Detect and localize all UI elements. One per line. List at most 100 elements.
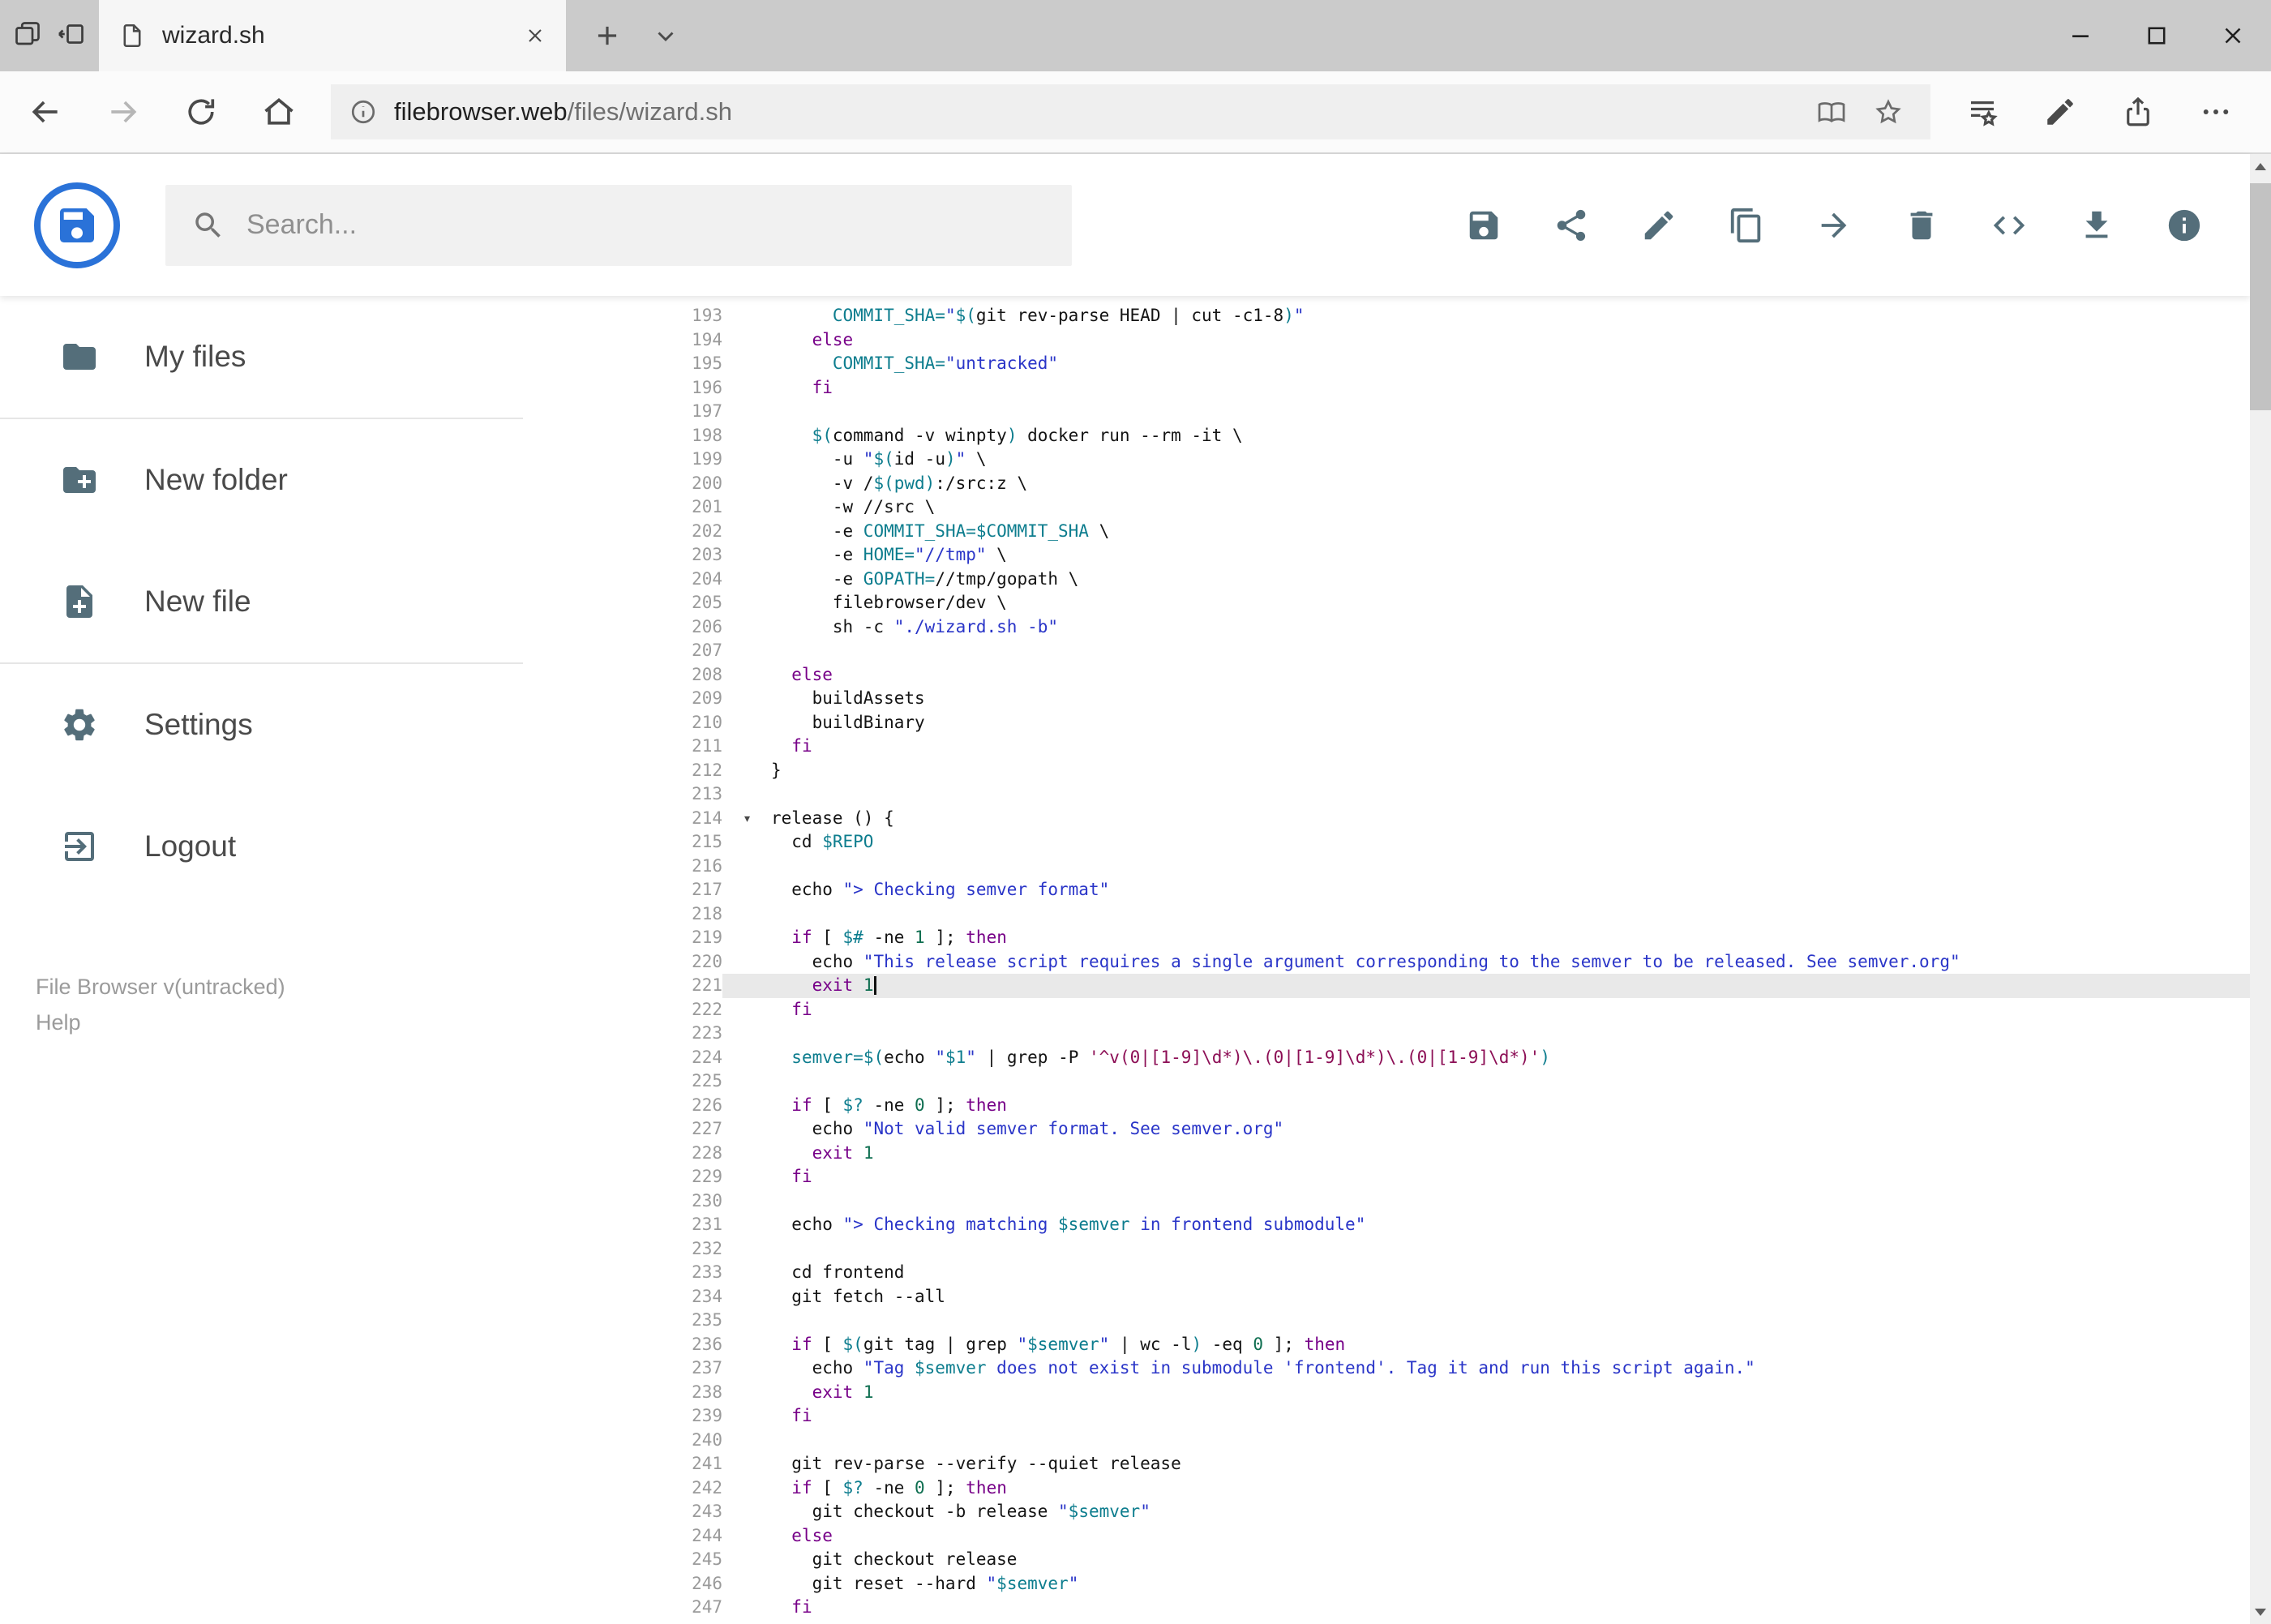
back-button[interactable]: [6, 73, 84, 151]
code-line-204[interactable]: 204 -e GOPATH=//tmp/gopath \: [523, 568, 2250, 592]
code-line-243[interactable]: 243 git checkout -b release "$semver": [523, 1500, 2250, 1524]
code-line-208[interactable]: 208 else: [523, 663, 2250, 688]
address-bar[interactable]: filebrowser.web/files/wizard.sh: [331, 84, 1930, 139]
code-line-234[interactable]: 234 git fetch --all: [523, 1285, 2250, 1309]
code-line-194[interactable]: 194 else: [523, 328, 2250, 353]
code-line-212[interactable]: 212}: [523, 759, 2250, 783]
code-line-241[interactable]: 241 git rev-parse --verify --quiet relea…: [523, 1452, 2250, 1476]
scroll-thumb[interactable]: [2250, 183, 2271, 410]
site-info-icon[interactable]: [349, 97, 378, 126]
scroll-up-arrow[interactable]: [2250, 154, 2271, 178]
sidebar-item-settings[interactable]: Settings: [0, 664, 523, 786]
pen-button[interactable]: [2021, 73, 2099, 151]
code-line-245[interactable]: 245 git checkout release: [523, 1548, 2250, 1572]
refresh-button[interactable]: [162, 73, 240, 151]
tab-list-button[interactable]: [13, 19, 42, 53]
code-line-219[interactable]: 219 if [ $# -ne 1 ]; then: [523, 926, 2250, 950]
code-line-203[interactable]: 203 -e HOME="//tmp" \: [523, 543, 2250, 568]
code-line-240[interactable]: 240: [523, 1429, 2250, 1453]
edit-button[interactable]: [1640, 207, 1678, 244]
code-line-213[interactable]: 213: [523, 782, 2250, 807]
share-button[interactable]: [1553, 207, 1590, 244]
code-line-193[interactable]: 193 COMMIT_SHA="$(git rev-parse HEAD | c…: [523, 304, 2250, 328]
sidebar-item-my-files[interactable]: My files: [0, 296, 523, 418]
download-button[interactable]: [2078, 207, 2115, 244]
tab-close-icon[interactable]: [524, 24, 546, 47]
code-line-195[interactable]: 195 COMMIT_SHA="untracked": [523, 352, 2250, 376]
code-line-216[interactable]: 216: [523, 855, 2250, 879]
code-line-217[interactable]: 217 echo "> Checking semver format": [523, 878, 2250, 902]
close-button[interactable]: [2195, 0, 2271, 71]
line-number: 226: [692, 1095, 722, 1115]
code-line-201[interactable]: 201 -w //src \: [523, 495, 2250, 520]
code-line-206[interactable]: 206 sh -c "./wizard.sh -b": [523, 615, 2250, 640]
code-line-226[interactable]: 226 if [ $? -ne 0 ]; then: [523, 1094, 2250, 1118]
code-line-199[interactable]: 199 -u "$(id -u)" \: [523, 448, 2250, 472]
code-line-215[interactable]: 215 cd $REPO: [523, 830, 2250, 855]
code-line-228[interactable]: 228 exit 1: [523, 1142, 2250, 1166]
maximize-button[interactable]: [2119, 0, 2195, 71]
code-line-223[interactable]: 223: [523, 1022, 2250, 1046]
code-line-207[interactable]: 207: [523, 639, 2250, 663]
share-page-button[interactable]: [2099, 73, 2177, 151]
code-line-230[interactable]: 230: [523, 1189, 2250, 1214]
search-bar[interactable]: [165, 184, 1072, 266]
copy-button[interactable]: [1728, 207, 1765, 244]
code-line-196[interactable]: 196 fi: [523, 376, 2250, 401]
search-input[interactable]: [246, 209, 1046, 241]
code-button[interactable]: [1990, 207, 2028, 244]
code-line-246[interactable]: 246 git reset --hard "$semver": [523, 1572, 2250, 1596]
reader-button[interactable]: [1807, 88, 1856, 136]
more-button[interactable]: [2177, 73, 2255, 151]
code-line-214[interactable]: 214 ▾ release () {: [523, 807, 2250, 831]
code-line-205[interactable]: 205 filebrowser/dev \: [523, 591, 2250, 615]
code-line-231[interactable]: 231 echo "> Checking matching $semver in…: [523, 1213, 2250, 1237]
code-line-210[interactable]: 210 buildBinary: [523, 711, 2250, 735]
filebrowser-logo[interactable]: [34, 182, 120, 268]
move-button[interactable]: [1815, 207, 1853, 244]
code-line-232[interactable]: 232: [523, 1237, 2250, 1262]
sidebar-item-new-file[interactable]: New file: [0, 541, 523, 662]
code-line-235[interactable]: 235: [523, 1309, 2250, 1333]
delete-button[interactable]: [1903, 207, 1940, 244]
star-button[interactable]: [1864, 88, 1913, 136]
code-line-225[interactable]: 225: [523, 1069, 2250, 1094]
code-line-220[interactable]: 220 echo "This release script requires a…: [523, 950, 2250, 975]
info-button[interactable]: [2166, 207, 2203, 244]
browser-tab[interactable]: wizard.sh: [99, 0, 566, 71]
hub-button[interactable]: [1943, 73, 2021, 151]
save-button[interactable]: [1465, 207, 1502, 244]
code-line-238[interactable]: 238 exit 1: [523, 1381, 2250, 1405]
code-line-224[interactable]: 224 semver=$(echo "$1" | grep -P '^v(0|[…: [523, 1046, 2250, 1070]
code-line-222[interactable]: 222 fi: [523, 998, 2250, 1022]
set-aside-button[interactable]: [57, 19, 86, 53]
code-line-218[interactable]: 218: [523, 902, 2250, 927]
scroll-down-arrow[interactable]: [2250, 1600, 2271, 1624]
code-editor[interactable]: 193 COMMIT_SHA="$(git rev-parse HEAD | c…: [523, 296, 2250, 1624]
code-line-221[interactable]: 221 exit 1: [523, 974, 2250, 998]
fold-marker-icon[interactable]: ▾: [743, 807, 752, 831]
code-line-202[interactable]: 202 -e COMMIT_SHA=$COMMIT_SHA \: [523, 520, 2250, 544]
code-line-244[interactable]: 244 else: [523, 1524, 2250, 1549]
code-line-237[interactable]: 237 echo "Tag $semver does not exist in …: [523, 1356, 2250, 1381]
page-scrollbar[interactable]: [2250, 154, 2271, 1624]
code-line-211[interactable]: 211 fi: [523, 735, 2250, 759]
code-line-242[interactable]: 242 if [ $? -ne 0 ]; then: [523, 1476, 2250, 1501]
code-line-247[interactable]: 247 fi: [523, 1596, 2250, 1620]
code-line-197[interactable]: 197: [523, 400, 2250, 424]
code-line-229[interactable]: 229 fi: [523, 1165, 2250, 1189]
sidebar-item-new-folder[interactable]: New folder: [0, 419, 523, 541]
help-link[interactable]: Help: [36, 1005, 285, 1040]
minimize-button[interactable]: [2042, 0, 2119, 71]
code-line-239[interactable]: 239 fi: [523, 1404, 2250, 1429]
home-button[interactable]: [240, 73, 318, 151]
sidebar-item-logout[interactable]: Logout: [0, 786, 523, 907]
code-line-209[interactable]: 209 buildAssets: [523, 687, 2250, 711]
tab-preview-toggle[interactable]: [652, 22, 679, 49]
code-line-236[interactable]: 236 if [ $(git tag | grep "$semver" | wc…: [523, 1333, 2250, 1357]
code-line-200[interactable]: 200 -v /$(pwd):/src:z \: [523, 472, 2250, 496]
code-line-227[interactable]: 227 echo "Not valid semver format. See s…: [523, 1117, 2250, 1142]
code-line-233[interactable]: 233 cd frontend: [523, 1261, 2250, 1285]
code-line-198[interactable]: 198 $(command -v winpty) docker run --rm…: [523, 424, 2250, 448]
new-tab-button[interactable]: [592, 20, 623, 51]
